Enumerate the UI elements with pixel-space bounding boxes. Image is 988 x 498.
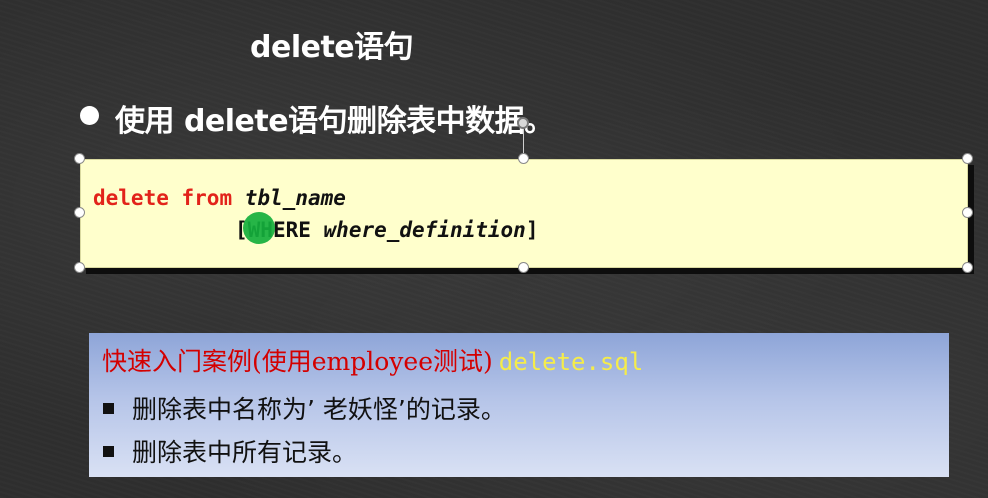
where-definition: where_definition	[323, 218, 526, 242]
code-line-2: [WHERE where_definition]	[235, 218, 538, 242]
list-item-text: 删除表中名称为’ 老妖怪’的记录。	[132, 395, 506, 424]
bullet-dot-icon	[80, 106, 99, 125]
list-item-text: 删除表中所有记录。	[132, 438, 358, 467]
cursor-highlight-icon	[243, 212, 275, 244]
example-box: 快速入门案例(使用employee测试) delete.sql 删除表中名称为’ …	[89, 333, 949, 477]
resize-handle-bottom-right[interactable]	[962, 262, 973, 273]
square-bullet-icon	[103, 445, 114, 457]
bracket-close: ]	[525, 218, 539, 242]
example-heading-text: 快速入门案例(使用employee测试)	[102, 347, 493, 376]
list-item: 删除表中名称为’ 老妖怪’的记录。	[103, 390, 506, 426]
code-box[interactable]: delete from tbl_name [WHERE where_defini…	[80, 159, 968, 268]
table-name: tbl_name	[244, 186, 346, 210]
example-file-name: delete.sql	[498, 348, 644, 376]
resize-handle-bottom-middle[interactable]	[518, 262, 529, 273]
resize-handle-top-middle[interactable]	[518, 153, 529, 164]
example-heading: 快速入门案例(使用employee测试) delete.sql	[102, 342, 643, 378]
list-item: 删除表中所有记录。	[103, 433, 357, 469]
square-bullet-icon	[103, 402, 114, 414]
rotate-handle[interactable]	[517, 117, 529, 129]
resize-handle-middle-left[interactable]	[74, 207, 85, 218]
keyword-delete: delete	[93, 186, 169, 210]
bullet-text: 使用 delete语句删除表中数据。	[115, 104, 554, 139]
slide-title: delete语句	[250, 30, 414, 65]
keyword-from: from	[181, 186, 233, 210]
resize-handle-top-right[interactable]	[962, 153, 973, 164]
resize-handle-top-left[interactable]	[74, 153, 85, 164]
resize-handle-middle-right[interactable]	[962, 207, 973, 218]
code-line-1: delete from tbl_name	[93, 186, 346, 210]
resize-handle-bottom-left[interactable]	[74, 262, 85, 273]
